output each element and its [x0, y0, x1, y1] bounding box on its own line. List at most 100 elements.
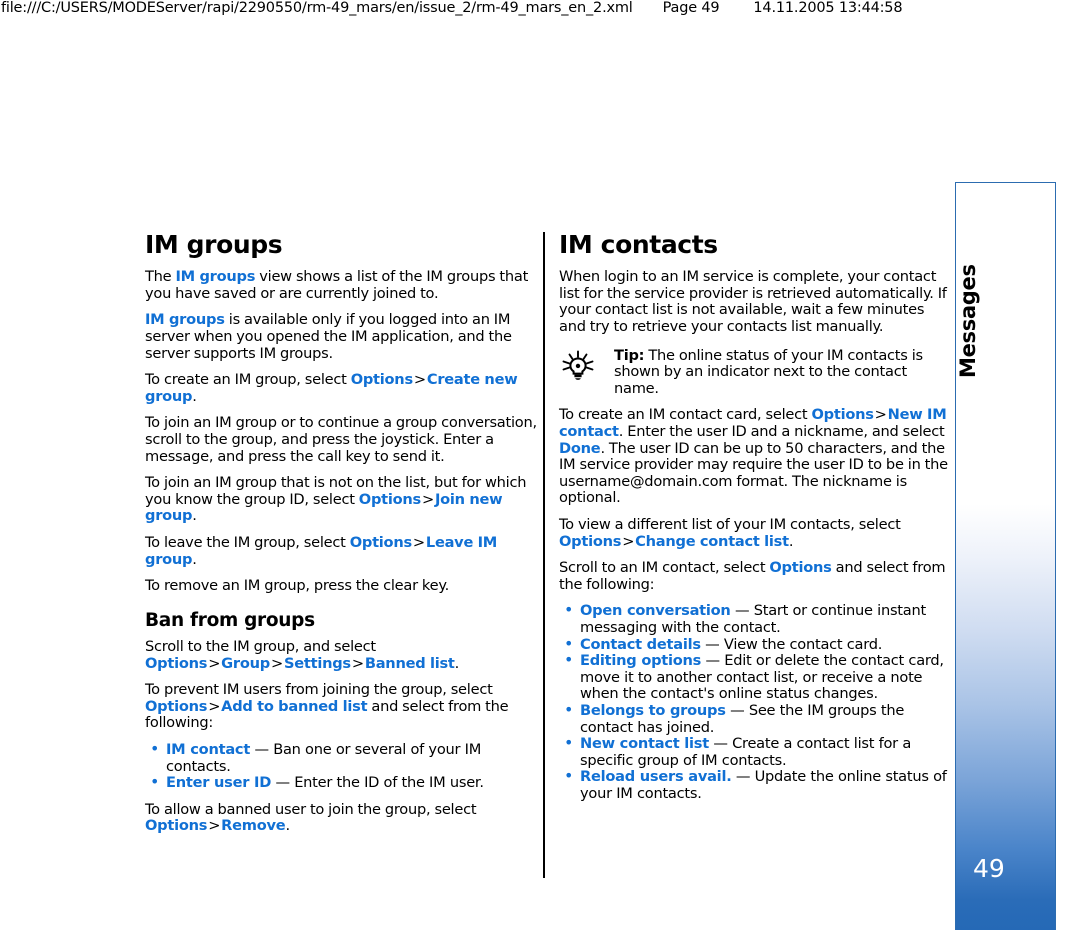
text-fragment: .: [454, 654, 460, 672]
tip-block: Tip: The online status of your IM contac…: [559, 346, 951, 398]
list-item: Belongs to groups — See the IM groups th…: [559, 701, 951, 736]
menu-separator: >: [208, 817, 221, 835]
text-fragment: Scroll to the IM group, and select: [145, 638, 376, 656]
text-fragment: To prevent IM users from joining the gro…: [145, 681, 493, 699]
text-fragment: To create an IM contact card, select: [559, 406, 812, 424]
em-dash: —: [725, 701, 749, 719]
text-fragment: .: [285, 817, 290, 835]
list-item-description: View the contact card.: [723, 635, 883, 653]
tip-paragraph: Tip: The online status of your IM contac…: [614, 346, 951, 398]
ui-term-contact-details: Contact details: [580, 635, 701, 653]
tip-text-body: Tip: The online status of your IM contac…: [614, 346, 951, 398]
text-fragment: To allow a banned user to join the group…: [145, 800, 477, 818]
menu-separator: >: [208, 697, 221, 715]
text-fragment: .: [192, 387, 197, 405]
ui-term-options: Options: [559, 532, 622, 550]
lightbulb-icon: [559, 348, 614, 398]
contact-options-list: Open conversation — Start or continue in…: [559, 602, 951, 802]
ui-term-im-groups: IM groups: [145, 311, 225, 329]
list-item: IM contact — Ban one or several of your …: [145, 741, 537, 775]
ui-term-belongs-to-groups: Belongs to groups: [580, 701, 726, 719]
right-column: IM contacts When login to an IM service …: [559, 230, 951, 812]
ui-term-remove: Remove: [221, 817, 286, 835]
ban-options-list: IM contact — Ban one or several of your …: [145, 741, 537, 792]
paragraph-create-im-group: To create an IM group, select Options>Cr…: [145, 371, 537, 405]
list-item: Reload users avail. — Update the online …: [559, 768, 951, 802]
em-dash: —: [700, 635, 724, 653]
ui-term-add-to-banned-list: Add to banned list: [221, 697, 368, 715]
ui-term-banned-list: Banned list: [364, 654, 455, 672]
em-dash: —: [731, 768, 755, 786]
ui-term-im-contact: IM contact: [166, 741, 251, 759]
em-dash: —: [271, 774, 295, 792]
paragraph-add-to-banned-list: To prevent IM users from joining the gro…: [145, 681, 537, 732]
menu-separator: >: [351, 654, 364, 672]
ui-term-options: Options: [769, 559, 832, 577]
em-dash: —: [708, 735, 733, 753]
chapter-side-tab: Messages 49: [955, 182, 1056, 930]
ui-term-options: Options: [811, 406, 874, 424]
text-fragment: .: [788, 532, 794, 550]
paragraph-join-group-by-id: To join an IM group that is not on the l…: [145, 474, 537, 525]
text-fragment: Scroll to an IM contact, select: [559, 559, 770, 577]
text-fragment: The: [145, 268, 176, 286]
ui-term-open-conversation: Open conversation: [580, 602, 731, 620]
chapter-label: Messages: [956, 264, 980, 378]
list-item: Editing options — Edit or delete the con…: [559, 652, 951, 703]
ui-term-group: Group: [221, 654, 270, 672]
text-fragment: To create an IM group, select: [145, 371, 351, 389]
paragraph-change-contact-list: To view a different list of your IM cont…: [559, 515, 951, 550]
left-column: IM groups The IM groups view shows a lis…: [145, 230, 537, 845]
ui-term-enter-user-id: Enter user ID: [166, 774, 272, 792]
menu-separator: >: [421, 490, 434, 508]
ui-term-options: Options: [145, 654, 208, 672]
text-fragment: To leave the IM group, select: [145, 533, 350, 551]
list-item: New contact list — Create a contact list…: [559, 735, 951, 769]
ui-term-editing-options: Editing options: [580, 652, 702, 670]
section-heading-ban-from-groups: Ban from groups: [145, 609, 315, 631]
paragraph-remove-im-group: To remove an IM group, press the clear k…: [145, 577, 450, 595]
manual-page: IM groups The IM groups view shows a lis…: [0, 0, 1065, 930]
ui-term-options: Options: [145, 817, 208, 835]
tip-text: The online status of your IM contacts is…: [614, 346, 923, 397]
em-dash: —: [701, 652, 725, 670]
ui-term-settings: Settings: [283, 654, 351, 672]
list-item: Contact details — View the contact card.: [559, 635, 951, 654]
column-divider: [543, 232, 545, 878]
ui-term-options: Options: [349, 533, 412, 551]
menu-separator: >: [412, 533, 425, 551]
text-fragment: .: [192, 507, 197, 525]
paragraph-remove-ban: To allow a banned user to join the group…: [145, 800, 537, 835]
list-item: Enter user ID — Enter the ID of the IM u…: [145, 774, 537, 792]
menu-separator: >: [874, 406, 887, 424]
text-fragment: . Enter the user ID and a nickname, and …: [618, 423, 945, 440]
text-fragment: .: [192, 550, 197, 568]
em-dash: —: [730, 602, 754, 620]
text-fragment: . The user ID can be up to 50 characters…: [559, 439, 948, 507]
ui-term-done: Done: [559, 439, 601, 457]
menu-separator: >: [622, 532, 635, 550]
text-fragment: To view a different list of your IM cont…: [559, 515, 901, 533]
menu-separator: >: [208, 654, 221, 672]
menu-separator: >: [413, 371, 426, 389]
ui-term-reload-users-avail: Reload users avail.: [580, 768, 732, 786]
ui-term-change-contact-list: Change contact list: [635, 532, 789, 550]
list-item: Open conversation — Start or continue in…: [559, 602, 951, 636]
ui-term-options: Options: [358, 490, 421, 508]
paragraph-im-groups-availability: IM groups is available only if you logge…: [145, 312, 537, 362]
paragraph-contact-options-intro: Scroll to an IM contact, select Options …: [559, 559, 951, 593]
paragraph-create-contact-card: To create an IM contact card, select Opt…: [559, 407, 951, 507]
menu-separator: >: [270, 654, 283, 672]
paragraph-banned-list-path: Scroll to the IM group, and select Optio…: [145, 638, 537, 672]
paragraph-login-contact-list: When login to an IM service is complete,…: [559, 268, 947, 336]
paragraph-join-group-conversation: To join an IM group or to continue a gro…: [145, 414, 537, 465]
ui-term-im-groups: IM groups: [175, 268, 256, 286]
em-dash: —: [250, 741, 274, 759]
tip-label: Tip:: [614, 346, 645, 364]
ui-term-new-contact-list: New contact list: [580, 735, 709, 753]
section-title-im-contacts: IM contacts: [559, 230, 718, 259]
ui-term-options: Options: [350, 371, 413, 389]
page-title: IM groups: [145, 230, 283, 259]
list-item-description: Enter the ID of the IM user.: [294, 774, 484, 792]
ui-term-options: Options: [145, 697, 208, 715]
